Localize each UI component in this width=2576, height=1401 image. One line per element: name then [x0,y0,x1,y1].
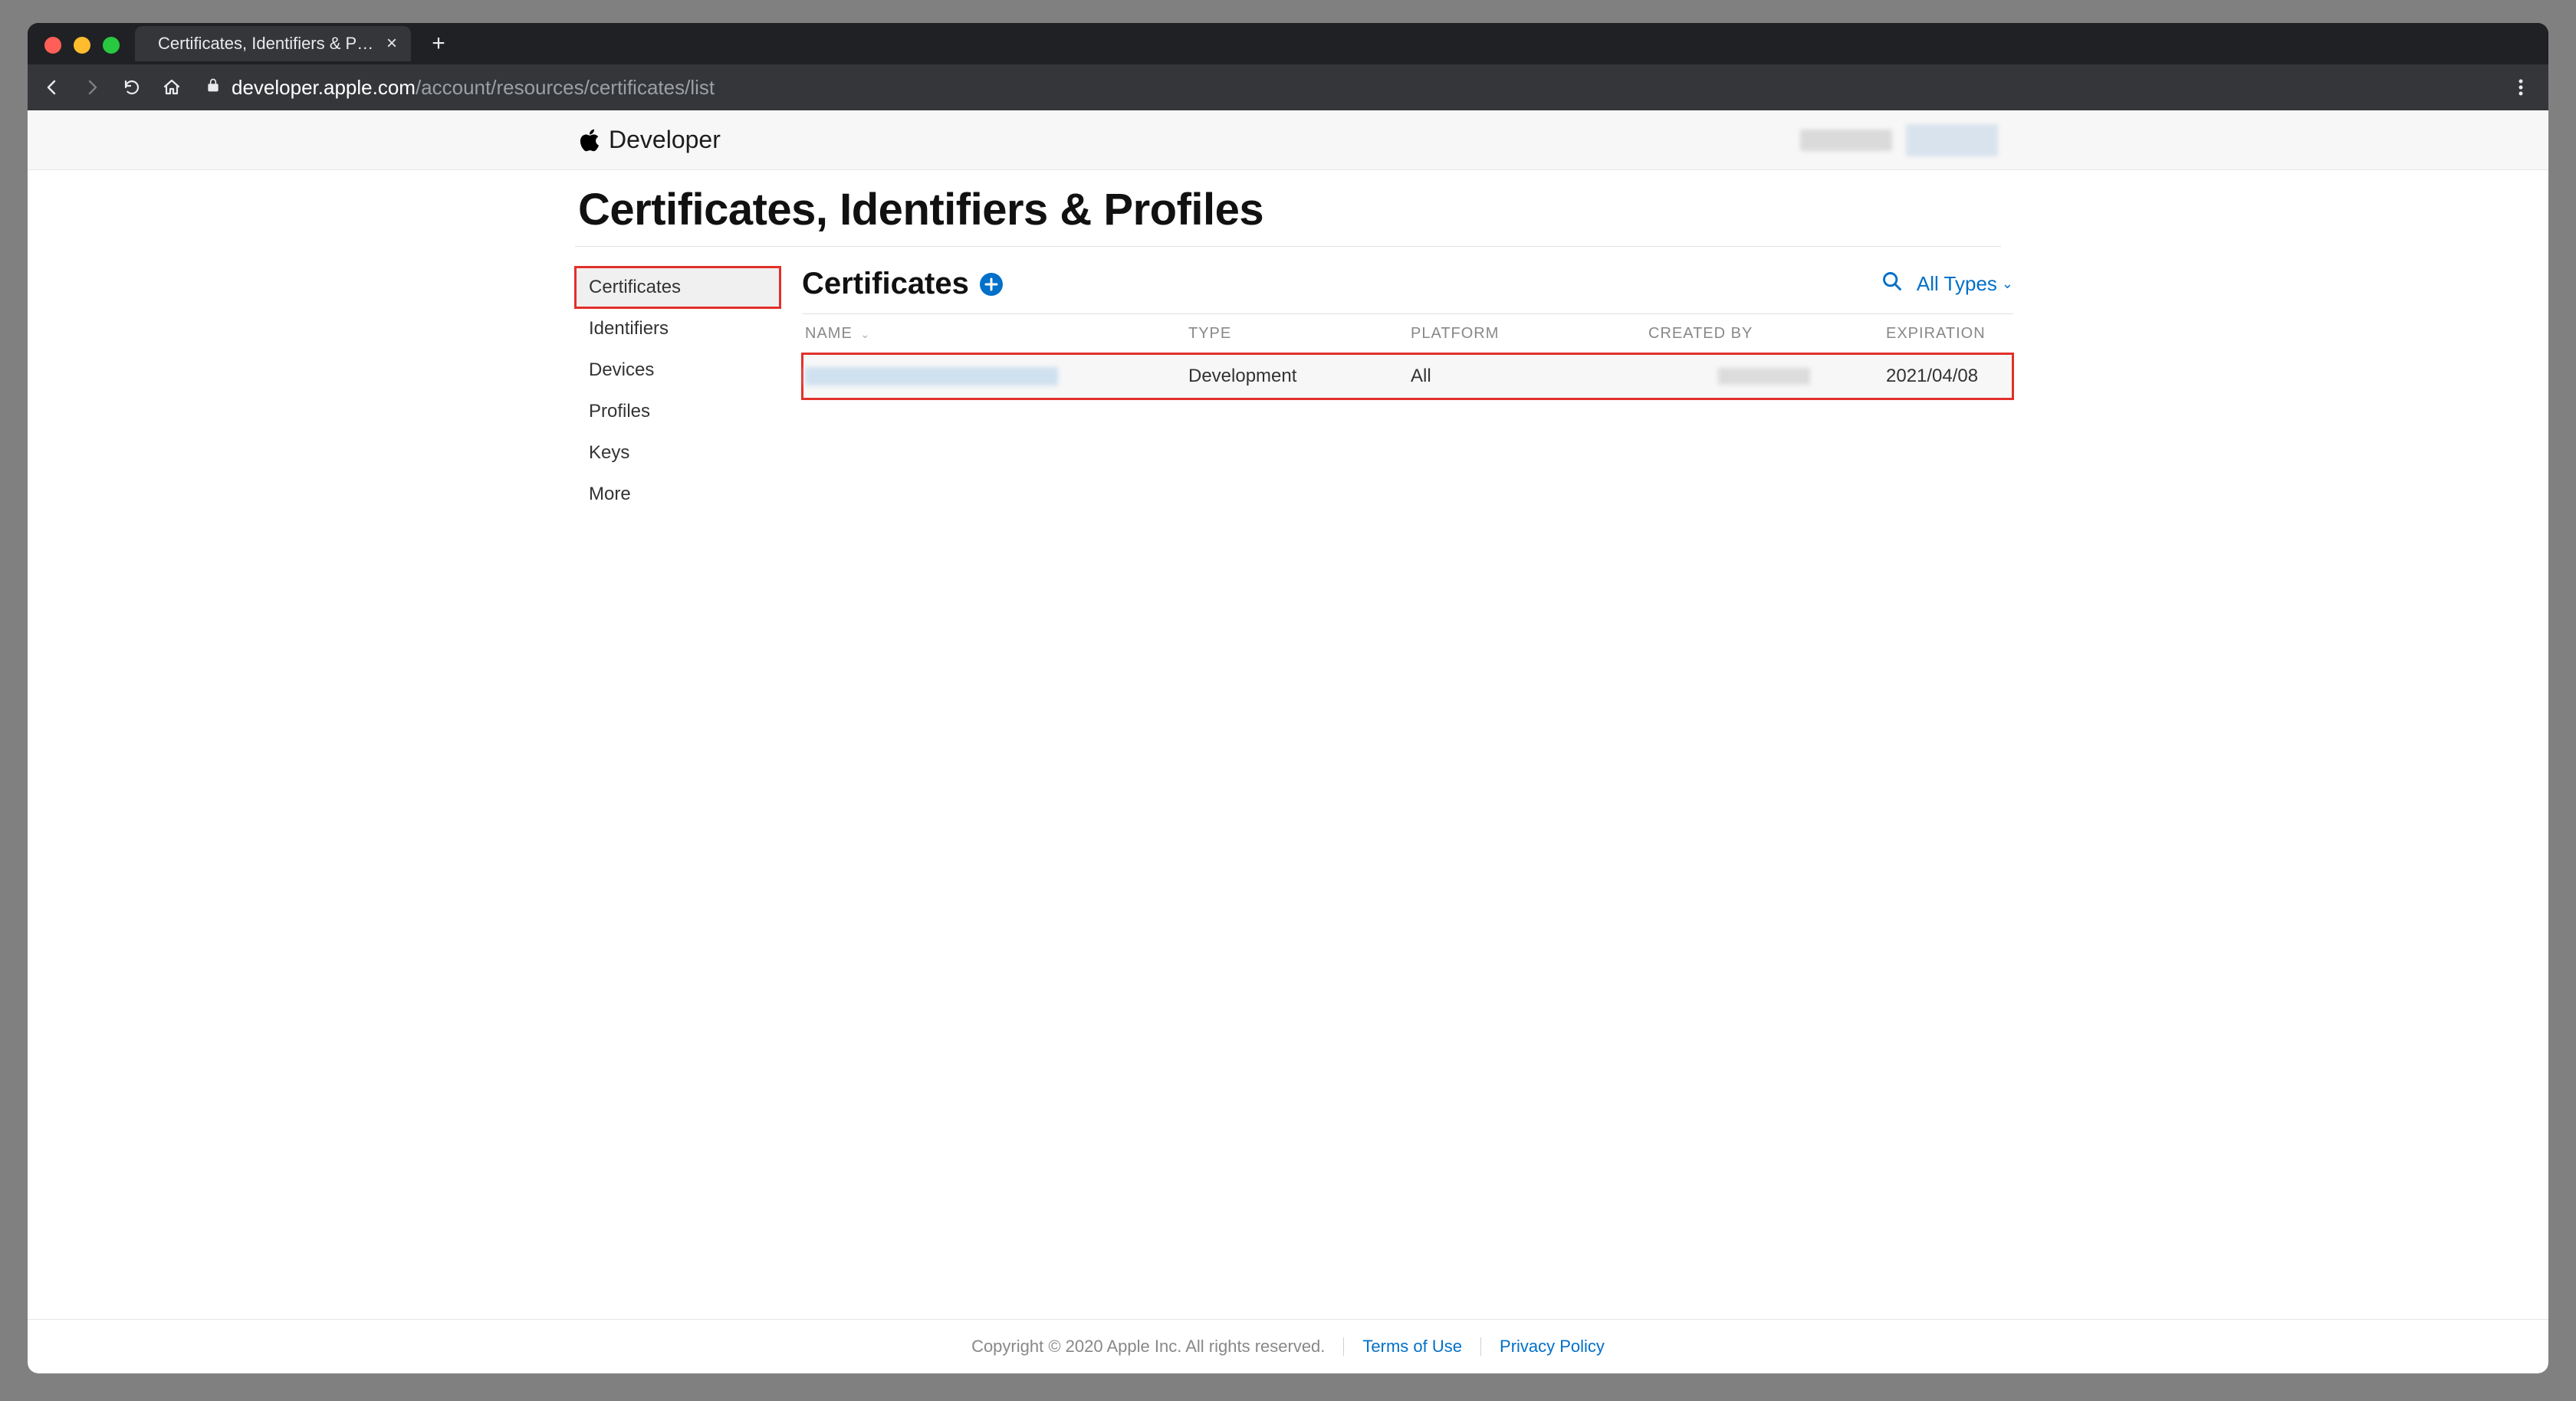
address-host: developer.apple.com/account/resources/ce… [232,76,715,100]
footer-terms-link[interactable]: Terms of Use [1362,1337,1462,1357]
sidebar: Certificates Identifiers Devices Profile… [575,267,780,1319]
window-maximize-button[interactable] [103,37,120,54]
sidebar-item-keys[interactable]: Keys [575,432,780,474]
sidebar-item-profiles[interactable]: Profiles [575,391,780,432]
footer-privacy-link[interactable]: Privacy Policy [1500,1337,1605,1357]
cert-type: Development [1185,366,1408,387]
column-header-type[interactable]: TYPE [1185,325,1408,343]
lock-icon [205,77,221,97]
footer-copyright: Copyright © 2020 Apple Inc. All rights r… [971,1337,1325,1357]
sidebar-item-more[interactable]: More [575,474,780,515]
sidebar-item-devices[interactable]: Devices [575,349,780,391]
window-close-button[interactable] [44,37,61,54]
account-team-redacted [1906,124,1998,156]
footer-separator [1343,1337,1344,1356]
table-row[interactable]: Development All 2021/04/08 [802,353,2013,399]
window-controls [44,37,120,54]
filter-label: All Types [1917,272,1997,296]
browser-tab-active[interactable]: Certificates, Identifiers & Profiles × [135,26,411,61]
sidebar-item-label: Certificates [589,277,681,298]
sidebar-item-certificates[interactable]: Certificates [575,267,780,308]
cert-expiration: 2021/04/08 [1883,366,2013,387]
chevron-down-icon: ⌄ [2002,276,2013,292]
browser-toolbar: developer.apple.com/account/resources/ce… [28,64,2548,110]
brand-label: Developer [609,126,721,154]
new-tab-button[interactable]: + [422,27,455,61]
brand-link[interactable]: Developer [578,126,721,154]
cert-name-redacted [805,367,1058,386]
nav-forward-button[interactable] [75,71,109,104]
section-title: Certificates [802,267,969,301]
browser-tabs: Certificates, Identifiers & Profiles × + [135,23,455,64]
tab-close-icon[interactable]: × [386,33,397,54]
page-viewport: Developer Certificates, Identifiers & Pr… [28,110,2548,1373]
sort-caret-icon: ⌄ [860,328,870,340]
cert-created-by-redacted [1718,368,1810,385]
section-header: Certificates All Types ⌄ [802,267,2013,313]
window-minimize-button[interactable] [74,37,90,54]
sidebar-item-label: Keys [589,442,629,464]
main-content: Certificates All Types ⌄ [802,267,2013,1319]
filter-dropdown[interactable]: All Types ⌄ [1917,272,2013,296]
address-bar[interactable]: developer.apple.com/account/resources/ce… [195,76,2498,100]
sidebar-item-label: More [589,484,631,505]
browser-window: Certificates, Identifiers & Profiles × +… [28,23,2548,1373]
column-header-created-by[interactable]: CREATED BY [1645,325,1883,343]
nav-reload-button[interactable] [115,71,149,104]
sidebar-item-label: Profiles [589,401,650,422]
account-name-redacted [1800,130,1892,151]
column-header-name[interactable]: NAME ⌄ [802,325,1185,343]
add-certificate-button[interactable] [980,273,1003,296]
table-header: NAME ⌄ TYPE PLATFORM CREATED BY [802,313,2013,353]
plus-icon [984,277,998,291]
browser-menu-button[interactable] [2504,71,2538,104]
apple-logo-icon [578,129,601,152]
certificates-table: NAME ⌄ TYPE PLATFORM CREATED BY [802,313,2013,399]
nav-back-button[interactable] [35,71,69,104]
header-account-area[interactable] [1800,124,1998,156]
sidebar-item-label: Identifiers [589,318,669,340]
cert-platform: All [1408,366,1645,387]
page-title-row: Certificates, Identifiers & Profiles [575,170,2001,247]
sidebar-item-identifiers[interactable]: Identifiers [575,308,780,349]
tab-title: Certificates, Identifiers & Profiles [158,34,377,54]
footer-separator [1480,1337,1481,1356]
search-icon [1881,271,1903,292]
search-button[interactable] [1881,271,1903,298]
column-header-platform[interactable]: PLATFORM [1408,325,1645,343]
nav-home-button[interactable] [155,71,189,104]
page-title: Certificates, Identifiers & Profiles [578,184,1998,235]
column-header-expiration[interactable]: EXPIRATION [1883,325,2013,343]
sidebar-item-label: Devices [589,359,654,381]
browser-titlebar: Certificates, Identifiers & Profiles × + [28,23,2548,64]
site-footer: Copyright © 2020 Apple Inc. All rights r… [28,1320,2548,1373]
site-header: Developer [28,110,2548,170]
